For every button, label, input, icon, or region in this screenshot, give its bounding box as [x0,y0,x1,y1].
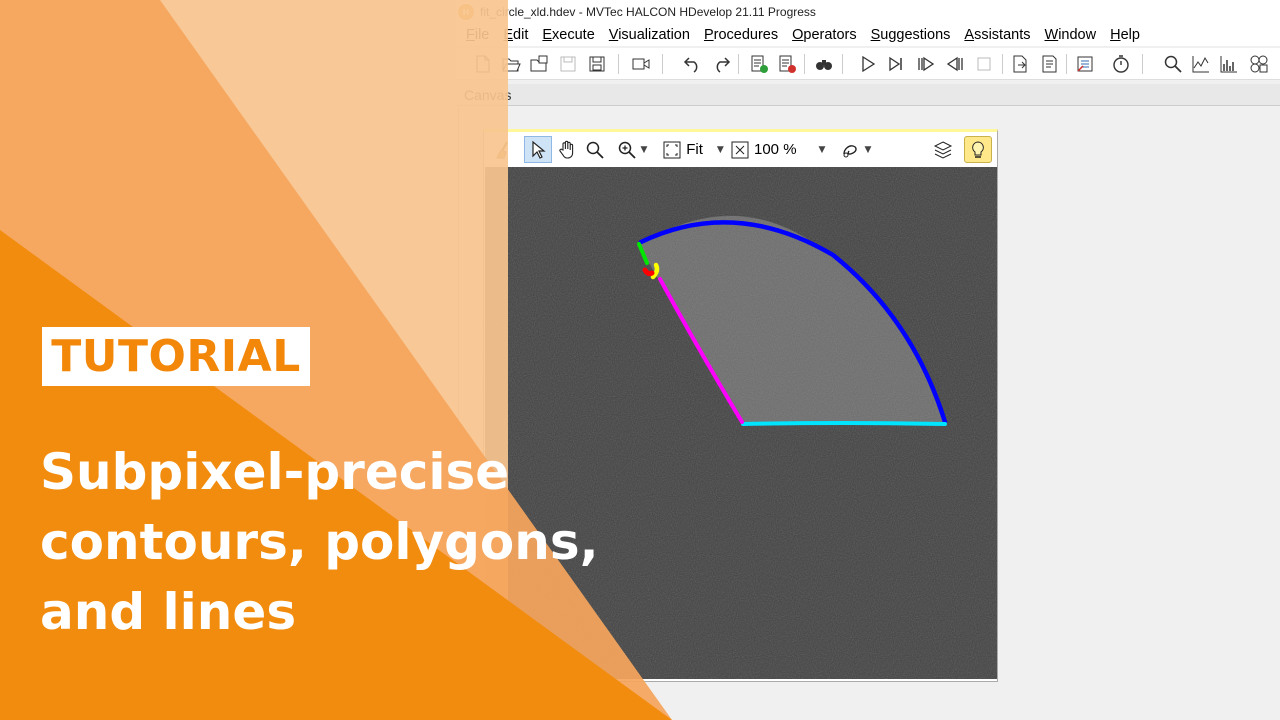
activate-line-icon[interactable] [748,52,770,76]
step-out-icon[interactable] [944,52,966,76]
histogram-icon[interactable] [1218,52,1240,76]
canvas-panel-title: Canvas [456,84,1280,106]
zoom-level-select[interactable]: 100 % ▼ [730,136,830,163]
headline: Subpixel-precise contours, polygons, and… [40,437,680,647]
feature-inspection-icon[interactable] [1248,52,1270,76]
graphics-toolbar: ▼ Fit ▼ 100 % ▼ ▼ [484,132,997,167]
menu-suggestions[interactable]: Suggestions [871,27,951,43]
binoculars-icon[interactable] [813,52,835,76]
menu-edit[interactable]: Edit [503,27,528,43]
menu-help[interactable]: Help [1110,27,1140,43]
open-example-icon[interactable] [528,52,550,76]
main-toolbar [456,48,1280,80]
fit-label: Fit [686,141,703,158]
menu-visualization[interactable]: Visualization [609,27,690,43]
contour-line-cyan [741,421,947,426]
menu-file[interactable]: File [466,27,489,43]
stop-icon[interactable] [973,52,995,76]
new-file-icon[interactable] [472,52,494,76]
chevron-down-icon: ▼ [716,144,724,155]
zoom-level-label: 100 % [754,141,797,158]
select-pointer-icon[interactable] [524,136,552,163]
run-icon[interactable] [857,52,879,76]
save-all-icon[interactable] [586,52,608,76]
lightbulb-icon[interactable] [964,136,992,163]
tutorial-badge: TUTORIAL [42,327,310,386]
title-bar: H fit_circle_xld.hdev - MVTec HALCON HDe… [456,0,1280,24]
open-file-icon[interactable] [500,52,522,76]
menu-bar: File Edit Execute Visualization Procedur… [456,24,1280,46]
draw-mode-button[interactable]: ▼ [836,136,876,163]
chevron-down-icon: ▼ [864,144,872,155]
layers-icon[interactable] [930,136,956,163]
menu-assistants[interactable]: Assistants [964,27,1030,43]
stopwatch-icon[interactable] [1110,52,1132,76]
headline-line-1: Subpixel-precise [40,443,510,501]
redo-icon[interactable] [710,52,732,76]
fit-button[interactable]: Fit ▼ [660,136,726,163]
menu-window[interactable]: Window [1045,27,1097,43]
clear-window-icon[interactable] [490,136,516,163]
headline-line-3: and lines [40,583,297,641]
menu-operators[interactable]: Operators [792,27,856,43]
step-into-icon[interactable] [915,52,937,76]
zoom-in-button[interactable]: ▼ [610,136,654,163]
tutorial-badge-text: TUTORIAL [51,331,301,382]
step-over-icon[interactable] [885,52,907,76]
script-icon[interactable] [1038,52,1060,76]
window-title: fit_circle_xld.hdev - MVTec HALCON HDeve… [480,5,816,19]
variables-icon[interactable] [1074,52,1096,76]
halcon-logo-icon: H [458,4,474,20]
line-profile-icon[interactable] [1190,52,1212,76]
menu-procedures[interactable]: Procedures [704,27,778,43]
deactivate-line-icon[interactable] [776,52,798,76]
undo-icon[interactable] [682,52,704,76]
record-video-icon[interactable] [630,52,652,76]
chevron-down-icon: ▼ [818,144,826,155]
headline-line-2: contours, polygons, [40,513,599,571]
export-icon[interactable] [1009,52,1031,76]
zoom-icon[interactable] [1162,52,1184,76]
menu-execute[interactable]: Execute [542,27,594,43]
magnify-icon[interactable] [582,136,608,163]
chevron-down-icon: ▼ [640,144,648,155]
pan-hand-icon[interactable] [554,136,580,163]
save-disabled-icon[interactable] [557,52,579,76]
